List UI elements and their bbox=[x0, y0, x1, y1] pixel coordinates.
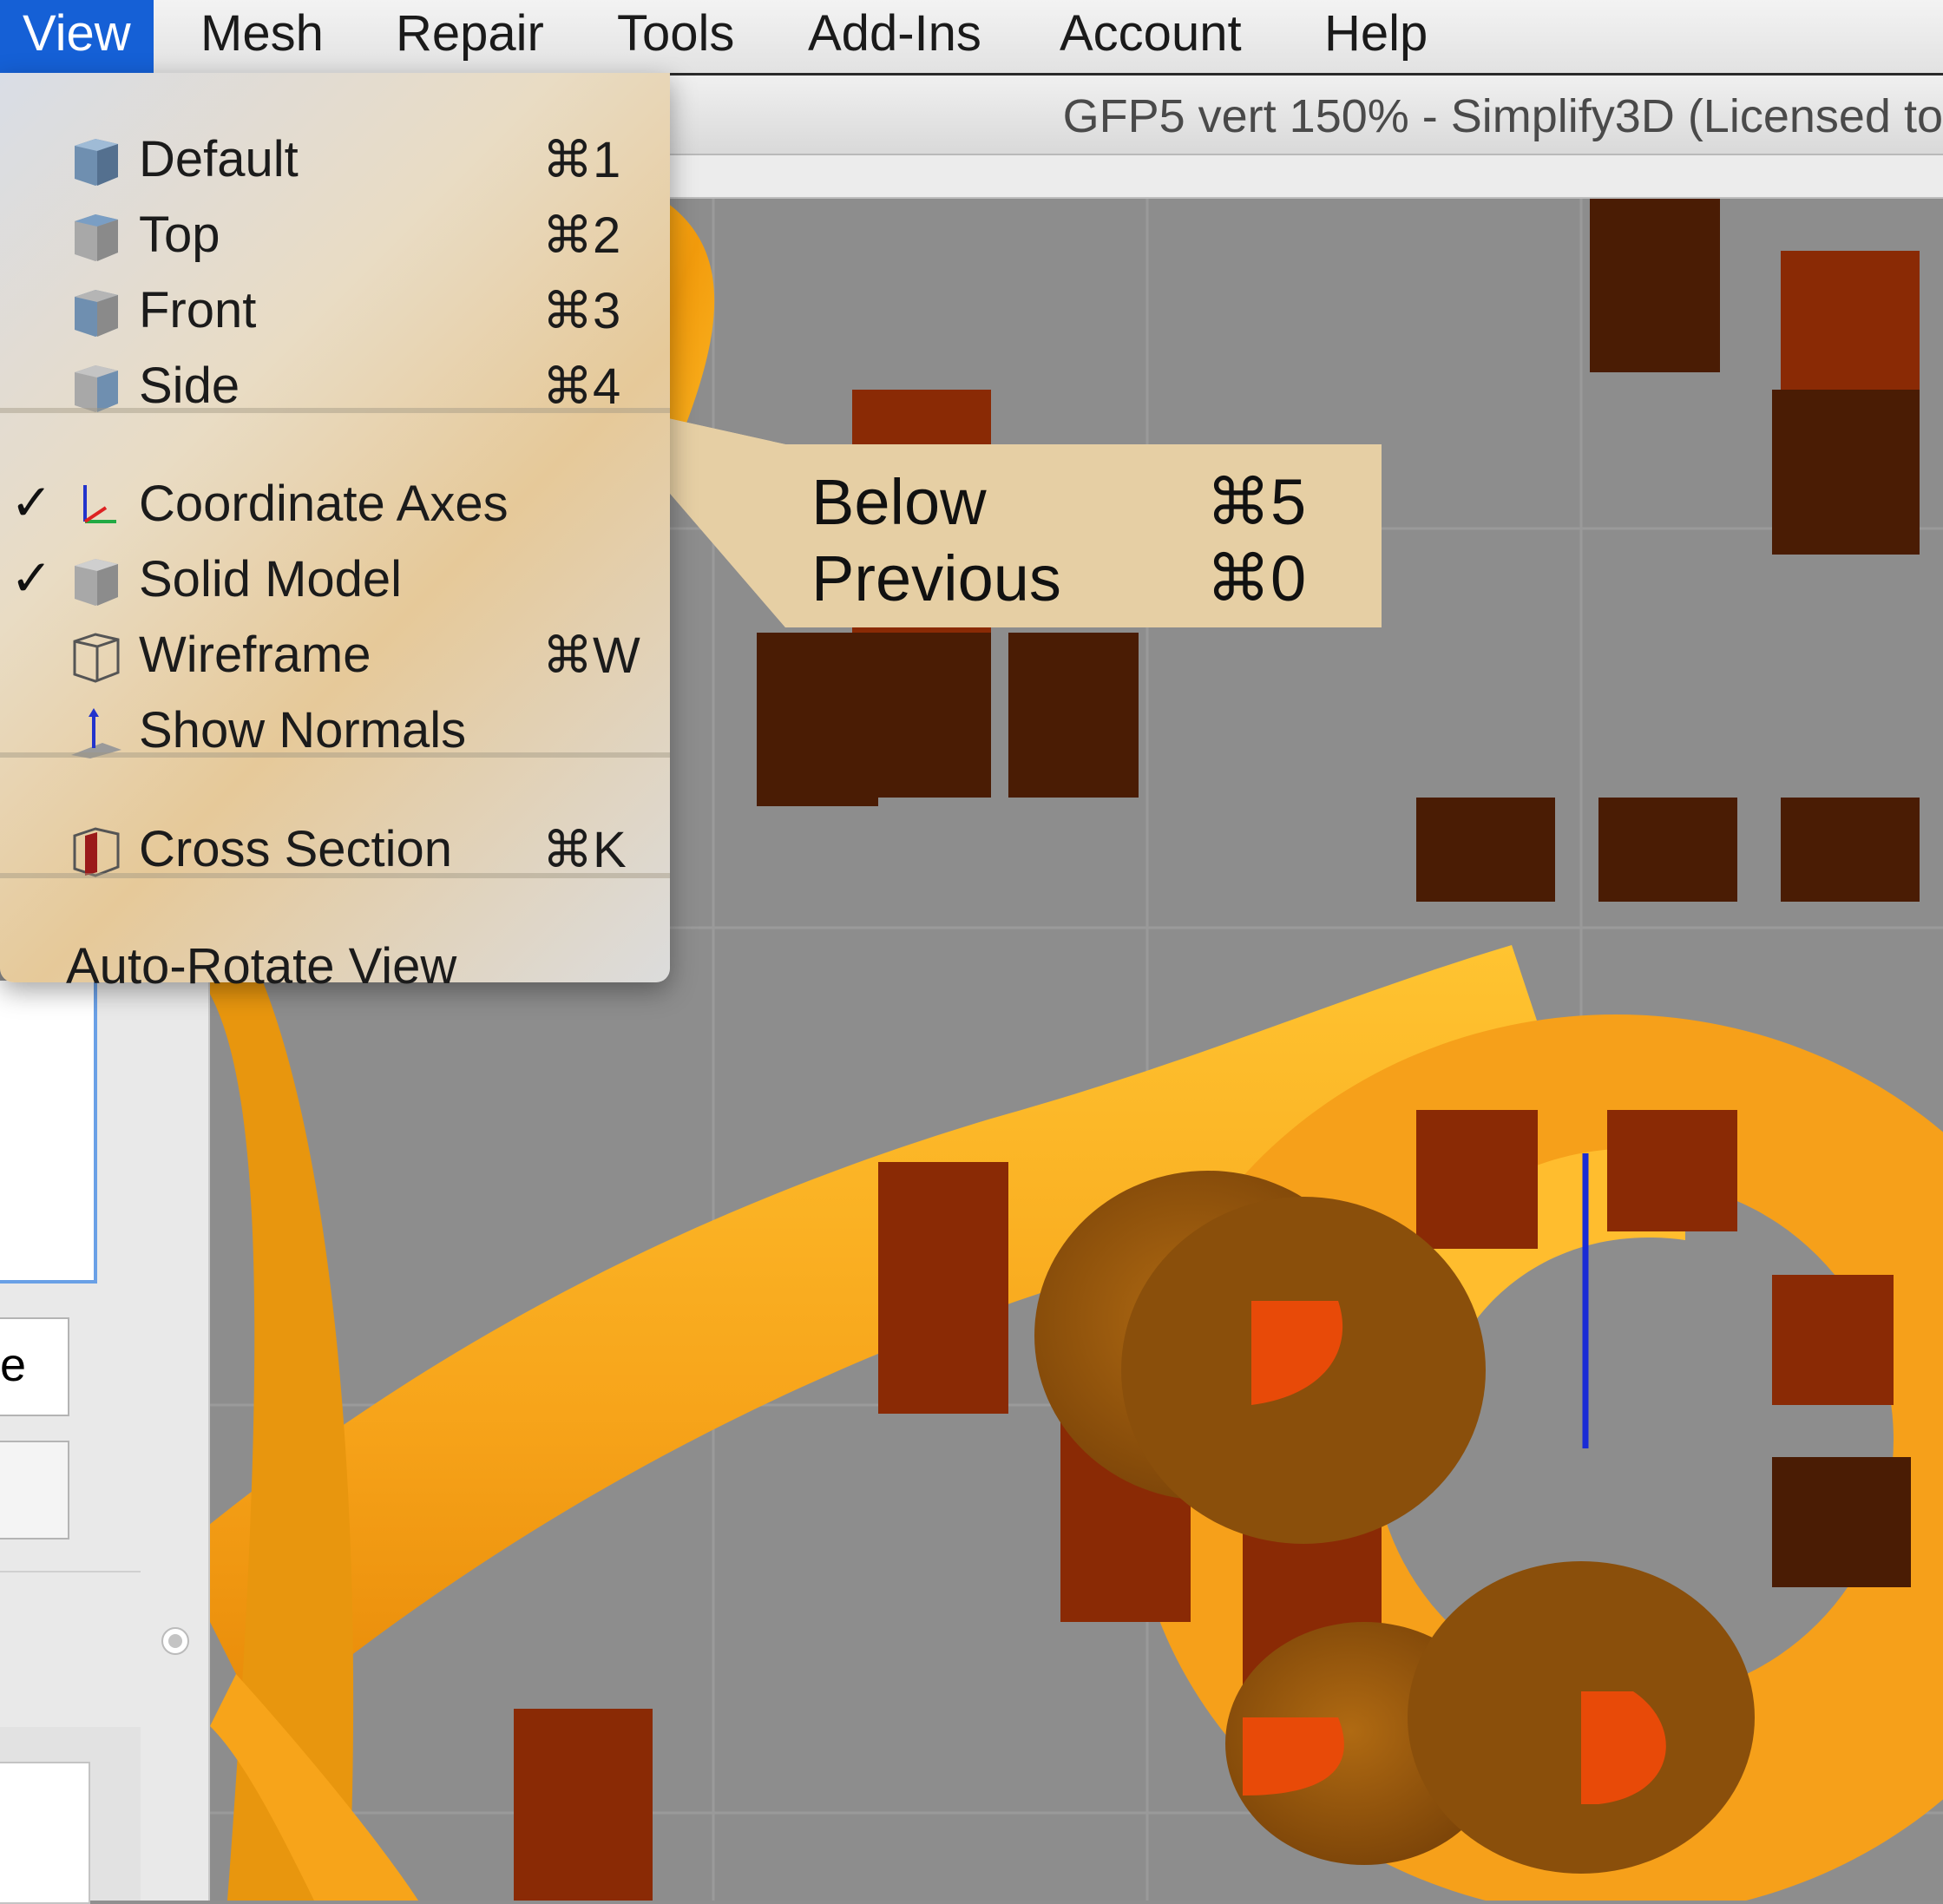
menu-bar: View Mesh Repair Tools Add-Ins Account H… bbox=[0, 0, 1943, 76]
cross-section-icon bbox=[73, 827, 120, 877]
menu-item-front[interactable]: Front ⌘3 bbox=[0, 274, 670, 347]
menu-item-coordinate-axes[interactable]: ✓ Coordinate Axes bbox=[0, 468, 670, 541]
menu-item-label: Wireframe bbox=[139, 627, 371, 683]
menu-item-label: Front bbox=[139, 282, 257, 338]
coordinate-axes-icon bbox=[83, 485, 116, 523]
menu-item-top[interactable]: Top ⌘2 bbox=[0, 199, 670, 272]
menu-view[interactable]: View bbox=[0, 0, 154, 73]
menu-add-ins[interactable]: Add-Ins bbox=[785, 0, 1004, 73]
menu-item-label: Top bbox=[139, 207, 220, 263]
cube-top-icon bbox=[75, 214, 118, 261]
checkmark-icon: ✓ bbox=[10, 550, 53, 607]
wireframe-icon bbox=[73, 633, 120, 683]
menu-item-shortcut: ⌘W bbox=[542, 627, 640, 684]
menu-account[interactable]: Account bbox=[1037, 0, 1264, 73]
menu-mesh[interactable]: Mesh bbox=[178, 0, 346, 73]
menu-item-label: Auto-Rotate View bbox=[66, 938, 457, 995]
settings-field[interactable] bbox=[0, 1762, 90, 1904]
callout-label-below: Below bbox=[811, 466, 987, 538]
menu-tools[interactable]: Tools bbox=[594, 0, 757, 73]
menu-item-shortcut: ⌘3 bbox=[542, 283, 621, 339]
cube-default-icon bbox=[75, 139, 118, 186]
menu-item-label: Side bbox=[139, 358, 240, 414]
menu-separator bbox=[0, 752, 670, 758]
menu-repair[interactable]: Repair bbox=[373, 0, 567, 73]
menu-item-label: Show Normals bbox=[139, 702, 467, 758]
object-list[interactable] bbox=[0, 981, 97, 1284]
menu-item-label: Coordinate Axes bbox=[139, 476, 509, 532]
menu-item-auto-rotate-view[interactable]: Auto-Rotate View bbox=[0, 930, 670, 1003]
menu-help[interactable]: Help bbox=[1302, 0, 1450, 73]
window-title-bar: GFP5 vert 150% - Simplify3D (Licensed to bbox=[668, 76, 1943, 155]
panel-divider bbox=[0, 1571, 141, 1572]
solid-model-icon bbox=[75, 559, 118, 606]
resize-handle[interactable] bbox=[161, 1627, 189, 1655]
left-panel: e bbox=[0, 981, 210, 1904]
callout-shortcut-previous: ⌘0 bbox=[1206, 542, 1307, 614]
checkmark-icon: ✓ bbox=[10, 475, 53, 531]
callout-label-previous: Previous bbox=[811, 542, 1061, 614]
panel-button-label: e bbox=[0, 1339, 27, 1391]
menu-item-shortcut: ⌘4 bbox=[542, 358, 621, 415]
menu-item-shortcut: ⌘2 bbox=[542, 207, 621, 264]
panel-button-2[interactable] bbox=[0, 1441, 69, 1540]
panel-section bbox=[0, 1727, 141, 1904]
menu-item-label: Solid Model bbox=[139, 551, 403, 607]
menu-item-shortcut: ⌘K bbox=[542, 822, 627, 878]
callout-shortcut-below: ⌘5 bbox=[1206, 466, 1307, 538]
cube-front-icon bbox=[75, 290, 118, 337]
toolbar-strip bbox=[668, 155, 1943, 199]
menu-separator bbox=[0, 408, 670, 413]
menu-item-shortcut: ⌘1 bbox=[542, 132, 621, 188]
menu-separator bbox=[0, 873, 670, 878]
menu-item-label: Cross Section bbox=[139, 821, 453, 877]
view-menu: Default ⌘1 Top ⌘2 Front ⌘3 Side ⌘4 ✓ Coo… bbox=[0, 73, 670, 995]
menu-item-label: Default bbox=[139, 131, 299, 187]
menu-item-wireframe[interactable]: Wireframe ⌘W bbox=[0, 619, 670, 692]
menu-item-default[interactable]: Default ⌘1 bbox=[0, 123, 670, 196]
window-title: GFP5 vert 150% - Simplify3D (Licensed to bbox=[1062, 90, 1943, 142]
menu-item-solid-model[interactable]: ✓ Solid Model bbox=[0, 543, 670, 616]
panel-button-1[interactable]: e bbox=[0, 1317, 69, 1416]
